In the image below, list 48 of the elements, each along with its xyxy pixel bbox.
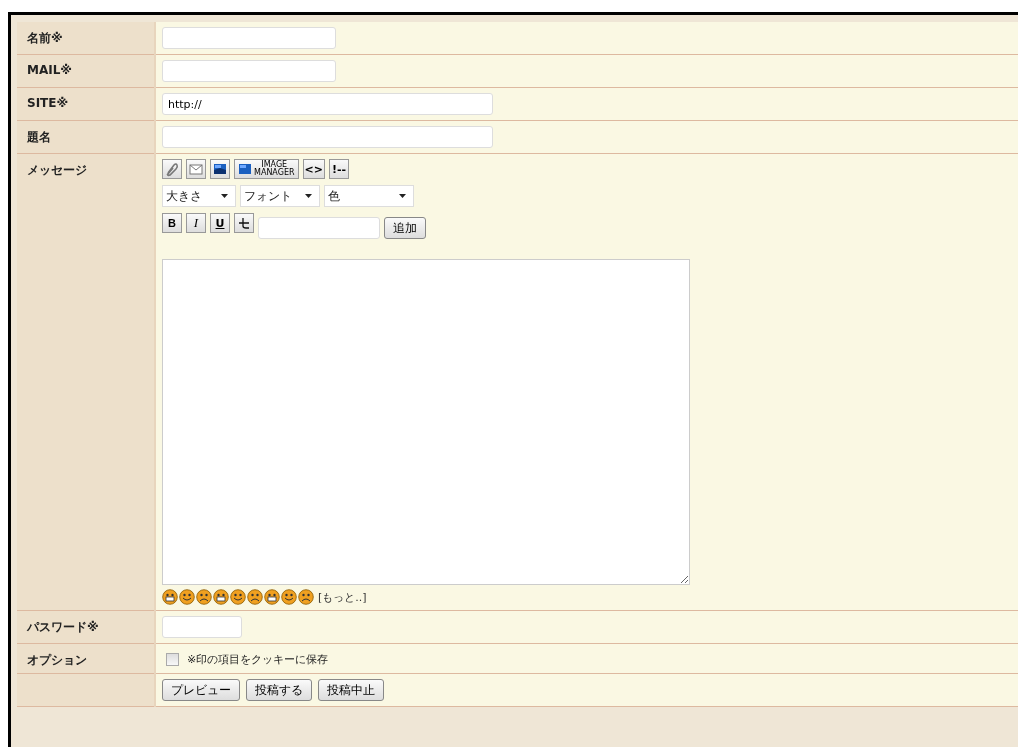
add-button[interactable]: 追加 (384, 217, 426, 239)
field-label: MAIL※ (27, 63, 72, 77)
dropdown[interactable]: フォント (240, 185, 320, 207)
input-field[interactable]: http:// (162, 93, 493, 115)
field-label: オプション (27, 653, 87, 667)
caret-icon (220, 193, 229, 199)
smiley-icon (247, 589, 263, 605)
form-button[interactable]: 投稿する (246, 679, 312, 701)
form-button[interactable]: プレビュー (162, 679, 240, 701)
smiley-icon (196, 589, 212, 605)
input-field[interactable] (162, 616, 242, 638)
message-textarea[interactable] (162, 259, 690, 585)
tag-button[interactable]: <> (302, 159, 325, 179)
smiley-icon (281, 589, 297, 605)
input-field[interactable] (258, 217, 380, 239)
form-button[interactable]: 投稿中止 (318, 679, 384, 701)
image-button[interactable] (210, 159, 230, 179)
image-icon (212, 161, 228, 177)
tag-button[interactable]: !-- (328, 159, 349, 179)
format-button[interactable]: U (210, 213, 230, 233)
field-label: メッセージ (27, 163, 87, 177)
format-button[interactable]: I (186, 213, 206, 233)
caret-icon (398, 193, 407, 199)
strikethrough-icon (236, 215, 252, 231)
paperclip-button[interactable] (162, 159, 182, 179)
format-button[interactable]: B (162, 213, 182, 233)
dropdown[interactable]: 大きさ (162, 185, 236, 207)
image-icon (238, 161, 252, 177)
smiley-icon (162, 589, 178, 605)
smiley-icon (213, 589, 229, 605)
strikethrough-button[interactable] (234, 213, 254, 233)
field-label: 名前※ (27, 31, 63, 45)
field-label: SITE※ (27, 96, 69, 110)
dropdown[interactable]: 色 (324, 185, 414, 207)
input-field[interactable] (162, 60, 336, 82)
input-field[interactable] (162, 27, 336, 49)
caret-icon (304, 193, 313, 199)
field-label: 題名 (27, 130, 51, 144)
checkbox[interactable] (166, 653, 179, 666)
more-link[interactable]: [もっと..] (318, 589, 367, 605)
smiley-icon (264, 589, 280, 605)
image-manager-button[interactable]: IMAGE MANAGER (234, 159, 299, 179)
smiley-icon (179, 589, 195, 605)
smiley-icon (298, 589, 314, 605)
smiley-icon (230, 589, 246, 605)
input-field[interactable] (162, 126, 493, 148)
checkbox-label: ※印の項目をクッキーに保存 (187, 652, 329, 667)
field-label: パスワード※ (27, 620, 99, 634)
